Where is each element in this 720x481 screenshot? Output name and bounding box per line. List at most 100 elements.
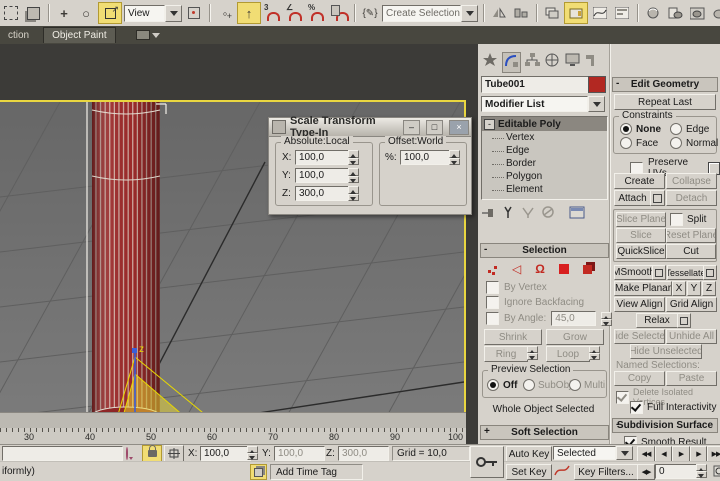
angle-snap-icon[interactable]: ∠ bbox=[285, 3, 305, 23]
add-time-tag[interactable]: Add Time Tag bbox=[270, 464, 363, 480]
planar-y-button[interactable]: Y bbox=[687, 281, 701, 296]
selection-rollout-header[interactable]: -Selection bbox=[480, 243, 609, 258]
selection-region-icon[interactable] bbox=[1, 3, 21, 23]
constraint-face-radio[interactable]: Face bbox=[620, 137, 658, 149]
stack-item-polygon[interactable]: Polygon bbox=[482, 170, 607, 183]
material-editor-icon[interactable] bbox=[643, 3, 663, 23]
modifier-list-dropdown[interactable]: Modifier List bbox=[481, 96, 605, 112]
preview-multi-radio[interactable]: Multi bbox=[569, 379, 605, 391]
use-pivot-center-icon[interactable] bbox=[184, 3, 204, 23]
selection-set-key-dropdown[interactable]: Selected bbox=[553, 446, 633, 460]
msmooth-settings-icon[interactable] bbox=[652, 265, 666, 280]
frame-spinner[interactable] bbox=[696, 464, 707, 478]
configure-modifier-sets-icon[interactable] bbox=[569, 206, 585, 222]
curve-editor-icon[interactable] bbox=[590, 3, 610, 23]
maximize-icon[interactable]: □ bbox=[426, 120, 443, 135]
scale-y-field[interactable]: 100,0 bbox=[295, 168, 352, 183]
current-frame-field[interactable]: 0 bbox=[655, 464, 700, 479]
ribbon-tab-selection[interactable]: ction bbox=[0, 28, 37, 43]
go-to-start-icon[interactable]: ◀◀ bbox=[637, 446, 655, 462]
repeat-last-button[interactable]: Repeat Last bbox=[614, 94, 716, 110]
detach-button[interactable]: Detach bbox=[666, 190, 717, 206]
edit-geometry-rollout-header[interactable]: -Edit Geometry bbox=[612, 77, 718, 92]
align-icon[interactable] bbox=[511, 3, 531, 23]
loop-button[interactable]: Loop bbox=[546, 346, 590, 362]
by-angle-field[interactable]: 45,0 bbox=[551, 311, 596, 326]
split-checkbox[interactable] bbox=[670, 213, 683, 226]
stack-collapse-icon[interactable]: - bbox=[484, 119, 495, 130]
constraint-edge-radio[interactable]: Edge bbox=[670, 123, 709, 135]
time-configuration-icon[interactable] bbox=[712, 464, 720, 478]
copy-button[interactable]: Copy bbox=[614, 371, 665, 386]
delete-isolated-checkbox[interactable] bbox=[616, 391, 629, 404]
x-coord-field[interactable]: 100,0 bbox=[200, 446, 251, 461]
tab-motion[interactable] bbox=[544, 52, 561, 73]
hide-unselected-button[interactable]: Hide Unselected bbox=[630, 344, 702, 359]
stack-item-edge[interactable]: Edge bbox=[482, 144, 607, 157]
previous-frame-icon[interactable]: ◀ bbox=[655, 446, 672, 462]
shrink-button[interactable]: Shrink bbox=[484, 329, 542, 345]
edit-selection-sets-icon[interactable]: {✎} bbox=[360, 3, 380, 23]
element-icon[interactable] bbox=[583, 265, 592, 274]
border-icon[interactable]: Ω bbox=[535, 262, 545, 276]
unhide-all-button[interactable]: Unhide All bbox=[666, 329, 717, 344]
attach-button[interactable]: Attach bbox=[614, 190, 651, 206]
collapse-button[interactable]: Collapse bbox=[666, 173, 717, 189]
pin-stack-icon[interactable] bbox=[481, 206, 495, 222]
by-vertex-checkbox[interactable] bbox=[486, 281, 499, 294]
slice-plane-button[interactable]: Slice Plane bbox=[616, 212, 666, 227]
ignore-backfacing-checkbox[interactable] bbox=[486, 296, 499, 309]
preview-subobj-radio[interactable]: SubObj bbox=[523, 379, 571, 391]
scale-z-field[interactable]: 300,0 bbox=[295, 186, 352, 201]
make-unique-icon[interactable] bbox=[521, 206, 535, 222]
tab-utilities[interactable] bbox=[584, 52, 601, 73]
maxscript-mini-listener[interactable] bbox=[2, 446, 123, 461]
ring-button[interactable]: Ring bbox=[484, 346, 528, 362]
object-name-field[interactable]: Tube001 bbox=[481, 76, 589, 93]
notification-balloon-icon[interactable] bbox=[126, 447, 128, 460]
z-coord-field[interactable]: 300,0 bbox=[338, 446, 389, 461]
named-selection-set-dropdown[interactable]: Create Selection Se bbox=[382, 5, 478, 22]
x-coord-spinner[interactable] bbox=[247, 446, 258, 460]
attach-settings-icon[interactable] bbox=[650, 190, 665, 206]
tab-display[interactable] bbox=[564, 52, 581, 73]
remove-modifier-icon[interactable] bbox=[541, 206, 555, 222]
hide-selected-button[interactable]: Hide Selected bbox=[614, 329, 665, 344]
by-angle-spinner[interactable] bbox=[601, 312, 612, 326]
go-to-end-icon[interactable]: ▶▶ bbox=[707, 446, 720, 462]
tab-create[interactable] bbox=[482, 52, 499, 73]
by-angle-checkbox[interactable] bbox=[486, 312, 499, 325]
stack-item-element[interactable]: Element bbox=[482, 183, 607, 196]
snap-3d-icon[interactable]: 3 bbox=[263, 3, 283, 23]
select-manipulate-icon[interactable]: ◦+ bbox=[215, 3, 235, 23]
msmooth-button[interactable]: MSmooth bbox=[614, 265, 653, 280]
reference-coordsys-dropdown[interactable]: View bbox=[124, 5, 182, 22]
constraint-none-radio[interactable]: None bbox=[620, 123, 661, 135]
soft-selection-rollout-header[interactable]: +Soft Selection bbox=[480, 425, 609, 440]
tab-modify[interactable] bbox=[502, 52, 521, 73]
grid-align-button[interactable]: Grid Align bbox=[666, 297, 717, 312]
ring-spinner[interactable] bbox=[527, 346, 538, 360]
stack-item-editable-poly[interactable]: - Editable Poly bbox=[482, 117, 607, 131]
isolate-cube-icon[interactable] bbox=[250, 464, 267, 480]
set-keys-icon[interactable] bbox=[470, 446, 504, 478]
selection-lock-icon[interactable] bbox=[142, 445, 162, 462]
cut-button[interactable]: Cut bbox=[666, 244, 716, 259]
tab-hierarchy[interactable] bbox=[524, 52, 541, 73]
planar-z-button[interactable]: Z bbox=[702, 281, 716, 296]
quickslice-button[interactable]: QuickSlice bbox=[616, 244, 666, 259]
percent-snap-icon[interactable]: % bbox=[307, 3, 327, 23]
rendered-frame-icon[interactable] bbox=[687, 3, 707, 23]
offset-percent-field[interactable]: 100,0 bbox=[400, 150, 453, 165]
render-setup-icon[interactable] bbox=[665, 3, 685, 23]
tube-object[interactable] bbox=[92, 102, 160, 425]
constraint-normal-radio[interactable]: Normal bbox=[670, 137, 718, 149]
window-crossing-icon[interactable] bbox=[23, 3, 43, 23]
scale-transform-dialog[interactable]: Scale Transform Type-In – □ × Absolute:L… bbox=[268, 117, 472, 215]
slice-button[interactable]: Slice bbox=[616, 228, 666, 243]
ribbon-minimize-icon[interactable] bbox=[136, 28, 160, 42]
mirror-icon[interactable] bbox=[489, 3, 509, 23]
y-coord-field[interactable]: 100,0 bbox=[274, 446, 325, 461]
view-align-button[interactable]: View Align bbox=[614, 297, 665, 312]
tessellate-settings-icon[interactable] bbox=[703, 265, 717, 280]
